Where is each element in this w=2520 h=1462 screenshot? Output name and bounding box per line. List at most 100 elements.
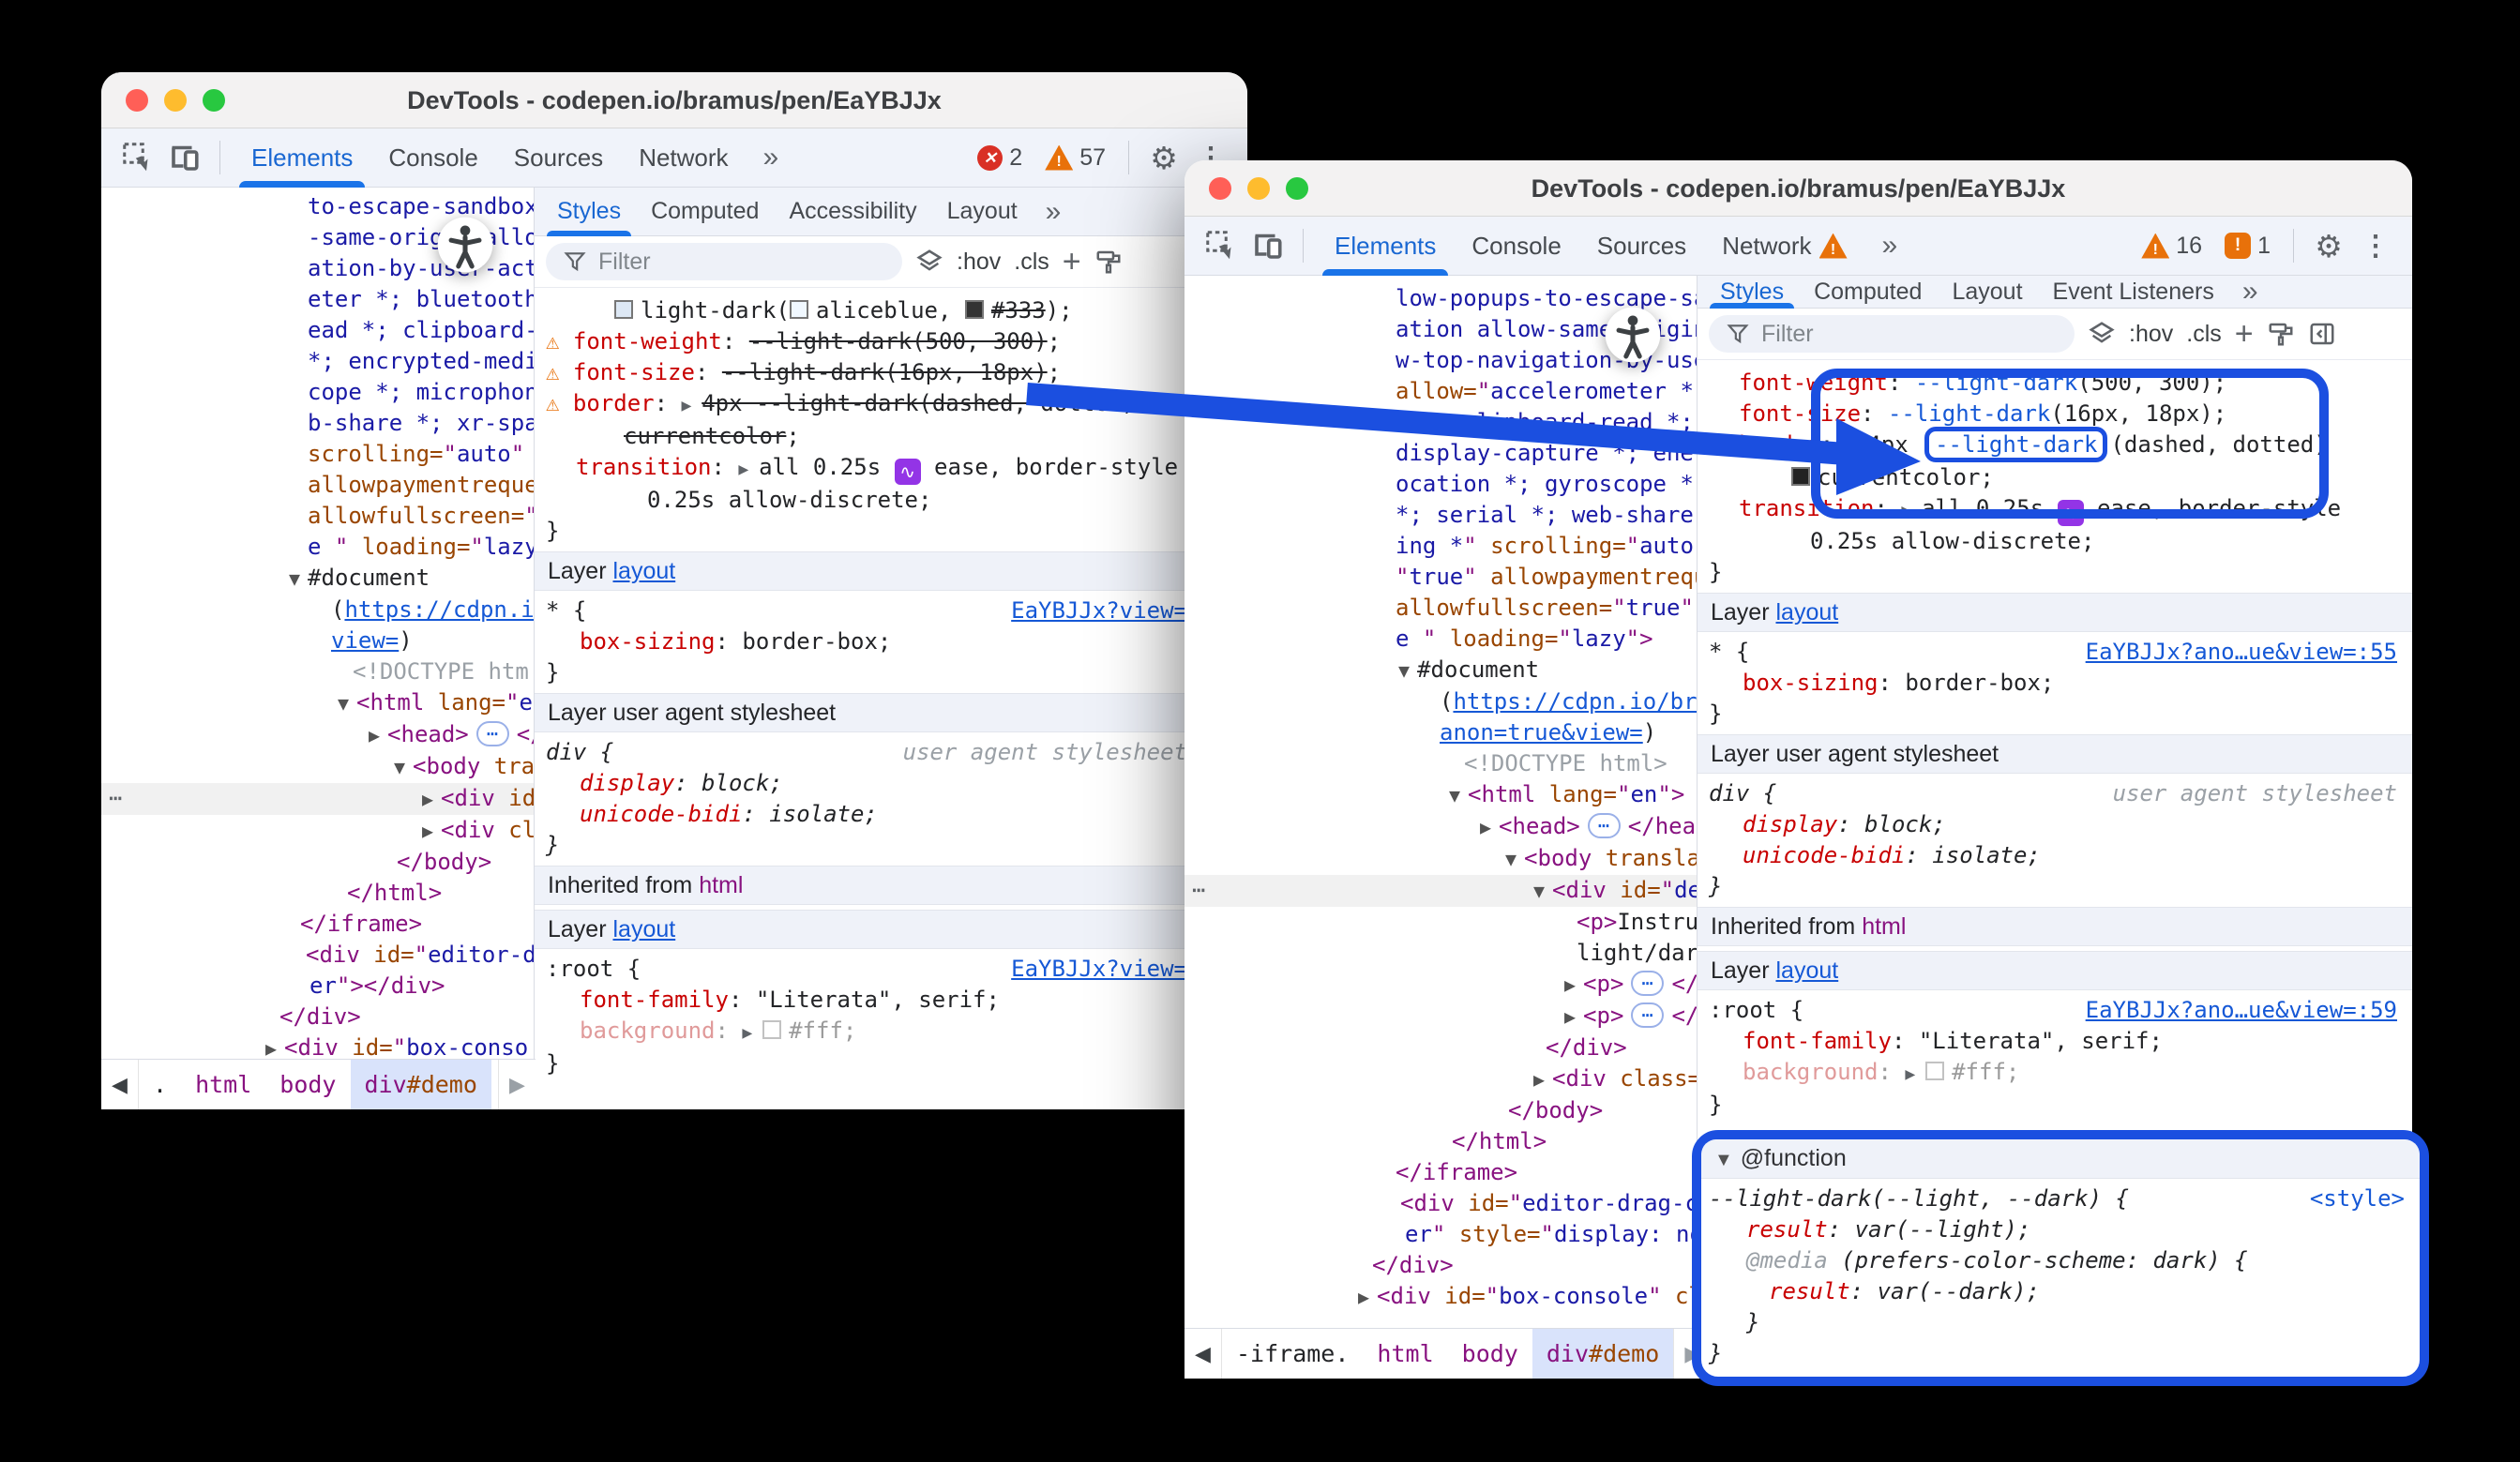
dom-tree-row[interactable]: er" style="display: non	[1185, 1219, 1697, 1250]
filter-input[interactable]: Filter	[1709, 315, 2075, 353]
css-declaration[interactable]: * {EaYBJJx?ano…ue&view=:55	[1698, 637, 2412, 668]
dom-tree-row[interactable]: ▼<body translate="	[1185, 843, 1697, 875]
css-declaration[interactable]: div {user agent stylesheet	[1698, 778, 2412, 809]
css-declaration[interactable]: }	[1698, 699, 2412, 730]
css-declaration[interactable]: transition: ▶ all 0.25s ∿ ease, border-s…	[535, 452, 1247, 485]
filter-input[interactable]: Filter	[546, 243, 902, 280]
titlebar[interactable]: DevTools - codepen.io/bramus/pen/EaYBJJx	[1185, 160, 2412, 217]
css-declaration[interactable]: unicode-bidi: isolate;	[1698, 840, 2412, 871]
dom-tree-row[interactable]: ▶<p>⋯</p>	[1185, 1001, 1697, 1032]
css-declaration[interactable]: currentcolor;	[535, 421, 1247, 452]
close-button[interactable]	[1209, 177, 1231, 200]
dom-tree-row[interactable]: er"></div>	[101, 971, 534, 1002]
warning-count-badge[interactable]: ! 57	[1045, 144, 1106, 172]
css-declaration[interactable]: 0.25s allow-discrete;	[1698, 526, 2412, 557]
css-declaration[interactable]: font-weight: --light-dark(500, 300);	[1698, 368, 2412, 399]
dom-tree-row[interactable]: ▶<div class="warn	[1185, 1063, 1697, 1095]
toggle-hover-button[interactable]: :hov	[957, 249, 1001, 276]
css-declaration[interactable]: * {EaYBJJx?view=	[535, 595, 1247, 626]
dock-panel-icon[interactable]	[2308, 320, 2336, 348]
breadcrumb-item[interactable]: body	[265, 1060, 350, 1109]
css-declaration[interactable]: --light-dark(--light, --dark) {<style>	[1701, 1183, 2420, 1214]
breadcrumb-item[interactable]: html	[181, 1060, 265, 1109]
dom-tree-row[interactable]: <!DOCTYPE html>	[1185, 748, 1697, 779]
stylesheet-source-link[interactable]: EaYBJJx?view=	[1011, 595, 1187, 626]
color-swatch[interactable]	[1791, 467, 1810, 486]
stylesheet-source-link[interactable]: EaYBJJx?view=	[1011, 954, 1187, 985]
issues-count-badge[interactable]: ! 1	[2225, 233, 2271, 260]
css-declaration[interactable]: }	[535, 516, 1247, 547]
minimize-button[interactable]	[164, 89, 187, 112]
tab-console[interactable]: Console	[1454, 217, 1578, 275]
settings-gear-icon[interactable]: ⚙	[1142, 136, 1185, 179]
tab-network[interactable]: Network	[621, 128, 746, 187]
zoom-button[interactable]	[203, 89, 225, 112]
css-declaration[interactable]: }	[1698, 557, 2412, 588]
kebab-menu-icon[interactable]: ⋮	[2354, 230, 2397, 263]
css-declaration[interactable]: div {user agent stylesheet	[535, 737, 1247, 768]
close-button[interactable]	[126, 89, 148, 112]
more-tabs-button[interactable]: »	[1869, 230, 1911, 262]
dom-tree-row[interactable]: ▼<html lang="e	[101, 687, 534, 719]
dom-tree-row[interactable]: allow="accelerometer *;	[1185, 376, 1697, 407]
tab-computed[interactable]: Computed	[636, 188, 774, 235]
crumb-forward-icon[interactable]: ▶	[498, 1060, 536, 1109]
dom-tree-row[interactable]: e " loading="lazy	[101, 532, 534, 563]
tab-computed[interactable]: Computed	[1799, 276, 1937, 308]
css-declaration[interactable]: display: block;	[1698, 809, 2412, 840]
tab-styles[interactable]: Styles	[1705, 276, 1799, 308]
settings-gear-icon[interactable]: ⚙	[2307, 224, 2350, 267]
css-declaration[interactable]: font-family: "Literata", serif;	[535, 985, 1247, 1016]
dom-tree-row[interactable]: a *; clipboard-read *;	[1185, 407, 1697, 438]
crumb-back-icon[interactable]: ◀	[101, 1060, 139, 1109]
css-declaration[interactable]: }	[1701, 1338, 2420, 1369]
dom-tree-row[interactable]: b-share *; xr-spa	[101, 408, 534, 439]
dom-tree-row[interactable]: ead *; clipboard-	[101, 315, 534, 346]
inspect-icon[interactable]	[1200, 224, 1243, 267]
dom-tree-row[interactable]: (https://cdpn.i	[101, 595, 534, 625]
css-declaration[interactable]: ⚠ border: ▶ 4px --light-dark(dashed, dot…	[535, 388, 1247, 421]
device-toolbar-icon[interactable]	[163, 136, 206, 179]
dom-tree-row[interactable]: </div>	[1185, 1032, 1697, 1063]
dom-tree-row[interactable]: ▼<body trans	[101, 751, 534, 783]
tab-network[interactable]: Network!	[1704, 217, 1864, 275]
toggle-class-button[interactable]: .cls	[1014, 249, 1049, 276]
css-declaration[interactable]: ⚠ font-weight: --light-dark(500, 300);	[535, 326, 1247, 357]
new-style-rule-button[interactable]: +	[1063, 252, 1081, 271]
dom-tree-row[interactable]: <div id="editor-drag-co	[1185, 1188, 1697, 1219]
dom-tree-row[interactable]: ing *" scrolling="auto"	[1185, 531, 1697, 562]
dom-tree-row[interactable]: </div>	[1185, 1250, 1697, 1281]
paint-roller-icon[interactable]	[1094, 248, 1123, 276]
tab-elements[interactable]: Elements	[234, 128, 370, 187]
dom-tree-row[interactable]: view=)	[101, 625, 534, 656]
css-declaration[interactable]: unicode-bidi: isolate;	[535, 799, 1247, 830]
stylesheet-source-link[interactable]: EaYBJJx?ano…ue&view=:55	[2086, 637, 2397, 668]
new-style-rule-button[interactable]: +	[2235, 324, 2254, 343]
css-declaration[interactable]: }	[535, 1048, 1247, 1079]
dom-tree-row[interactable]: </html>	[1185, 1126, 1697, 1157]
css-declaration[interactable]: border: ▶ 4px --light-dark(dashed, dotte…	[1698, 430, 2412, 462]
crumb-back-icon[interactable]: ◀	[1185, 1329, 1222, 1379]
dom-tree-row[interactable]: ▶<head>⋯</h	[101, 719, 534, 751]
dom-tree-row[interactable]: "true" allowpaymentrequ	[1185, 562, 1697, 593]
css-declaration[interactable]: light-dark(aliceblue, #333);	[535, 295, 1247, 326]
row-actions-icon[interactable]: ⋯	[1192, 875, 1207, 906]
tab-sources[interactable]: Sources	[1579, 217, 1704, 275]
dom-tree-row[interactable]: <div id="editor-d	[101, 940, 534, 971]
dom-tree-row[interactable]: allowfullscreen="	[101, 501, 534, 532]
warning-count-badge[interactable]: ! 16	[2141, 233, 2202, 260]
css-declaration[interactable]: background: ▶ #fff;	[1698, 1057, 2412, 1090]
css-declaration[interactable]: ⚠ font-size: --light-dark(16px, 18px);	[535, 357, 1247, 388]
more-tabs-button[interactable]: »	[2229, 276, 2271, 308]
titlebar[interactable]: DevTools - codepen.io/bramus/pen/EaYBJJx	[101, 72, 1247, 128]
inspect-icon[interactable]	[116, 136, 159, 179]
css-declaration[interactable]: :root {EaYBJJx?view=	[535, 954, 1247, 985]
breadcrumb-item[interactable]: .	[139, 1060, 181, 1109]
dom-tree-row[interactable]: ▶<p>⋯</p>	[1185, 969, 1697, 1001]
dom-tree-row[interactable]: ▶<head>⋯</head>	[1185, 811, 1697, 843]
dom-tree-row[interactable]: </iframe>	[1185, 1157, 1697, 1188]
dom-tree-row[interactable]: <!DOCTYPE htm	[101, 656, 534, 687]
color-swatch[interactable]	[790, 300, 808, 319]
device-toolbar-icon[interactable]	[1246, 224, 1290, 267]
css-declaration[interactable]: background: ▶ #fff;	[535, 1016, 1247, 1048]
